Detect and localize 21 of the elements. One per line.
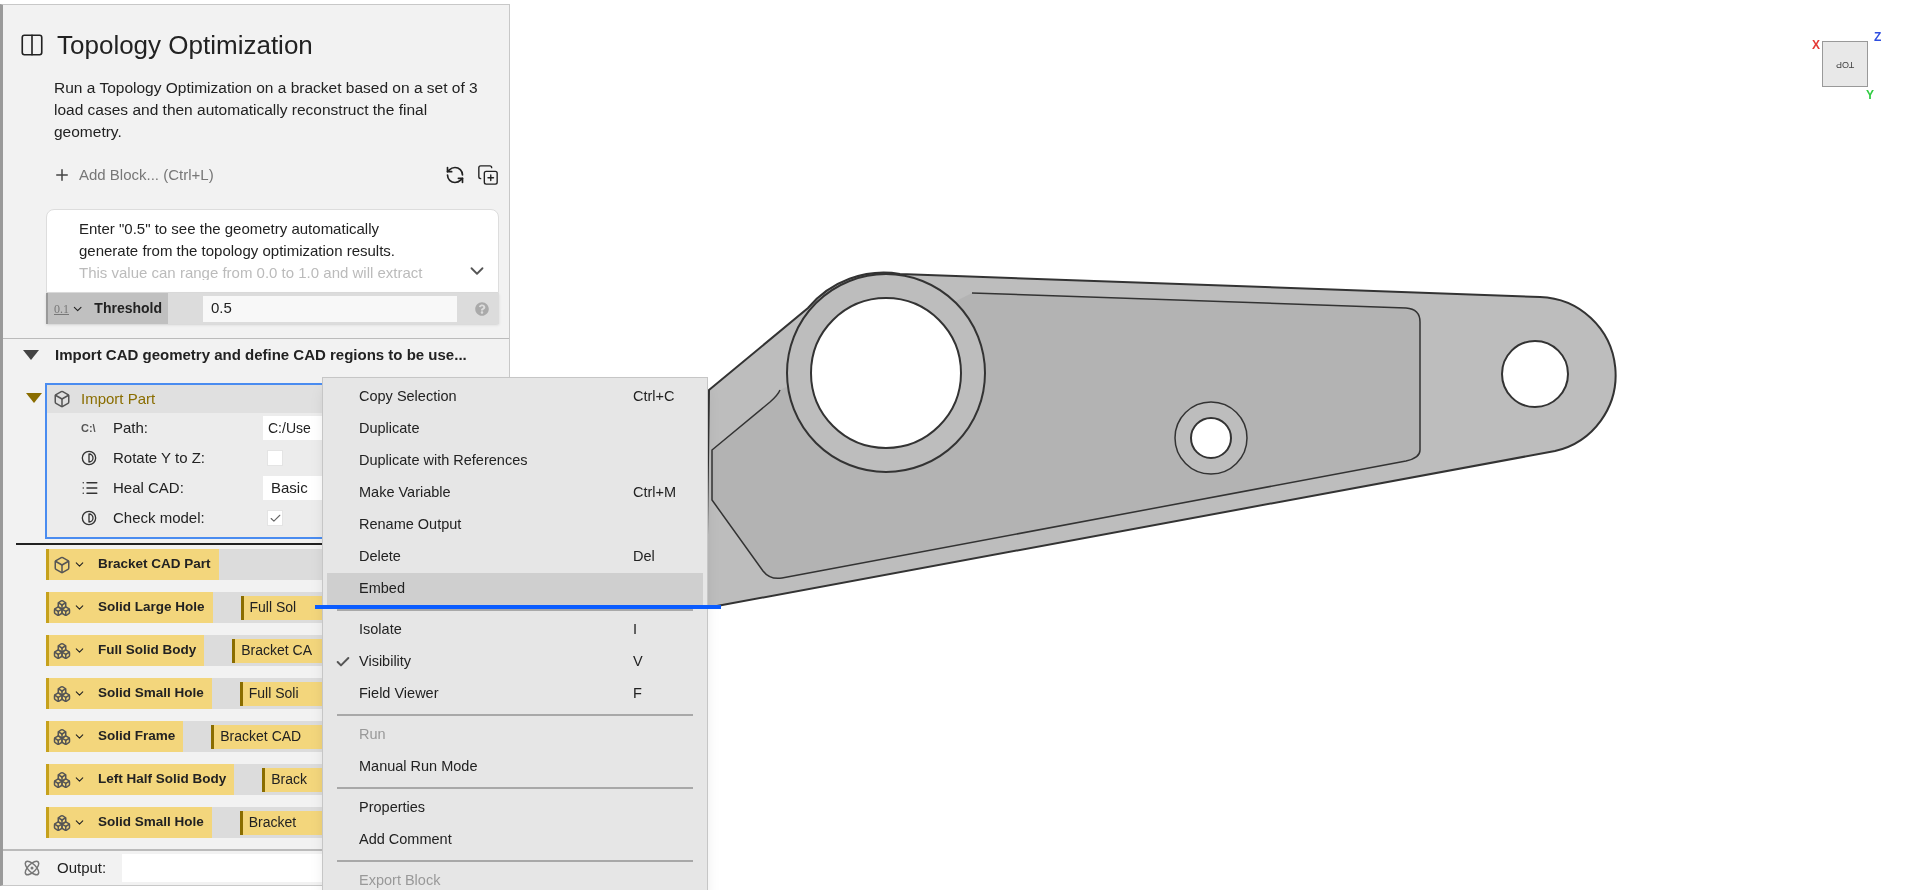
block-title: Import Part: [81, 388, 156, 409]
panel-title: Topology Optimization: [57, 28, 313, 62]
field-label: Heal CAD:: [113, 477, 185, 498]
shortcut-label: Ctrl+C: [633, 387, 676, 407]
shortcut-label: I: [633, 620, 639, 640]
cube-face-label: TOP: [1835, 58, 1855, 71]
field-label: Check model:: [113, 507, 206, 528]
field-label: Rotate Y to Z:: [113, 447, 206, 468]
comment-text: Enter "0.5" to see the geometry automatically generate from the topology optimization results.: [79, 219, 396, 261]
shortcut-label: F: [633, 684, 643, 704]
shortcut-label: Ctrl+M: [633, 483, 678, 503]
axis-label: Y: [1866, 87, 1874, 104]
panel-description: Run a Topology Optimization on a bracket based on a set of 3 load cases and then automatically reconstruct the final geometry.: [54, 78, 479, 142]
axis-label: Z: [1874, 29, 1882, 46]
field-label: Path:: [113, 417, 150, 438]
shortcut-label: V: [633, 652, 644, 672]
threshold-label: 0.1 Threshold: [46, 293, 168, 324]
axis-label: X: [1812, 37, 1820, 54]
shortcut-label: Del: [633, 547, 656, 567]
output-label: Output:: [57, 857, 107, 878]
path-type-label: C:\: [81, 420, 97, 436]
